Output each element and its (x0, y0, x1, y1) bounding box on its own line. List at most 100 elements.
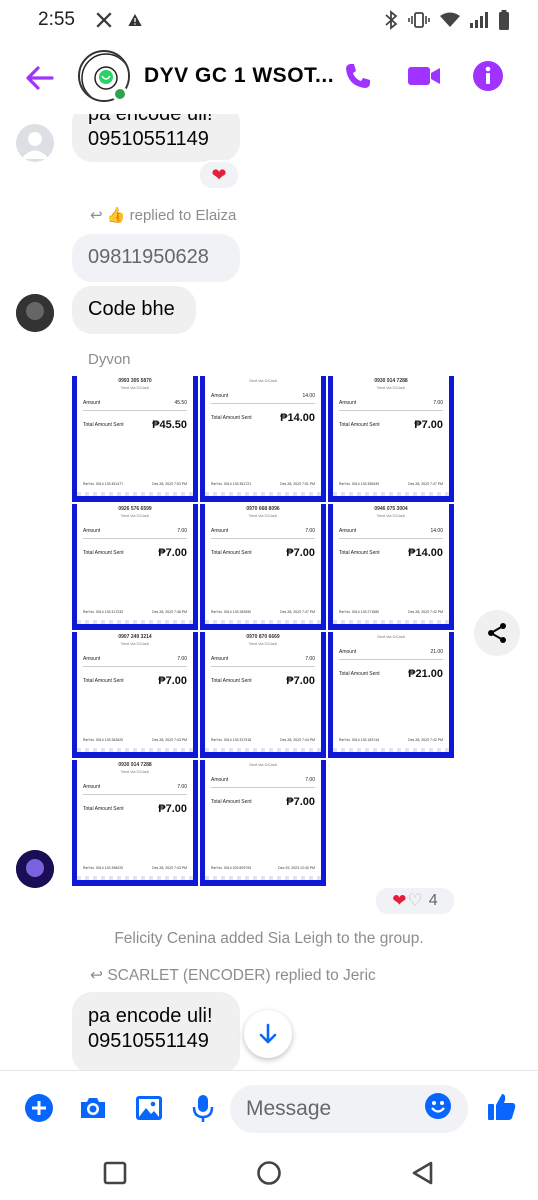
gcash-receipt-image[interactable]: 0926 576 6599 Sent via GCash Amount 7.00 Tot… (72, 504, 198, 630)
back-triangle-icon[interactable] (410, 1160, 436, 1186)
phone-call-icon[interactable] (342, 60, 374, 92)
message-composer (0, 1070, 538, 1146)
receipt-amount-row: Amount 14.00 (211, 393, 315, 399)
receipt-amount-value: 21.00 (430, 649, 443, 655)
receipt-total-row: Total Amount Sent ₱7.00 (83, 547, 187, 559)
microphone-icon[interactable] (188, 1093, 218, 1123)
message-bubble[interactable]: pa encode uli! 09510551149 (72, 992, 240, 1070)
gcash-receipt-image[interactable]: 0946 075 3004 Sent via GCash Amount 14.00 To… (328, 504, 454, 630)
arrow-down-icon (259, 1023, 277, 1044)
receipt-ref: Ref No. 0014 133 317232 (83, 610, 124, 614)
back-arrow-icon[interactable] (22, 60, 58, 96)
receipt-total-row: Total Amount Sent ₱7.00 (211, 675, 315, 687)
reaction-count: 4 (428, 892, 438, 909)
receipt-divider (83, 410, 187, 411)
gcash-receipt-image[interactable]: Sent via GCash Amount 21.00 Total Amount Se… (328, 632, 454, 758)
chat-title[interactable]: DYV GC 1 WSOT... (144, 64, 334, 88)
gcash-receipt-image[interactable]: 0970 668 8096 Sent via GCash Amount 7.00 Tot… (200, 504, 326, 630)
scroll-to-bottom-button[interactable] (244, 1010, 292, 1058)
status-bar: 2:55 (0, 0, 538, 40)
avatar-default[interactable] (16, 124, 54, 162)
signal-icon (470, 12, 488, 28)
emoji-icon[interactable] (424, 1092, 452, 1120)
receipt-divider (339, 538, 443, 539)
receipt-amount-value: 45.50 (174, 400, 187, 406)
receipt-ref: Ref No. 0014 133 337918 (211, 738, 252, 742)
reply-arrow-icon: ↩ (90, 967, 103, 984)
receipt-footer: Ref No. 0014 203 809793 Dec 29, 2023 12:4… (211, 866, 315, 870)
receipt-date: Dec 28, 2023 7:44 PM (280, 738, 315, 742)
receipt-zigzag-edge (333, 748, 449, 752)
receipt-total-row: Total Amount Sent ₱7.00 (211, 796, 315, 808)
receipt-total-value: ₱7.00 (286, 547, 315, 559)
receipt-date: Dec 28, 2023 7:51 PM (280, 482, 315, 486)
chat-header: DYV GC 1 WSOT... (0, 42, 538, 114)
gcash-receipt-image[interactable]: 0907 249 3214 Sent via GCash Amount 7.00 Tot… (72, 632, 198, 758)
receipt-number: 0970 668 8096 (246, 506, 280, 512)
receipt-zigzag-edge (333, 492, 449, 496)
gcash-receipt-image[interactable]: 0930 914 7288 Sent via GCash Amount 7.00 Tot… (328, 376, 454, 502)
receipt-footer: Ref No. 0014 133 282620 Dec 28, 2023 7:43… (83, 738, 187, 742)
receipt-amount-row: Amount 7.00 (211, 656, 315, 662)
message-bubble[interactable]: Code bhe (72, 286, 196, 334)
receipt-amount-label: Amount (83, 400, 101, 406)
gcash-receipt-image[interactable]: 0993 305 5870 Sent via GCash Amount 45.50 To… (72, 376, 198, 502)
info-icon[interactable] (472, 60, 504, 92)
share-button[interactable] (474, 610, 520, 656)
receipt-footer: Ref No. 0014 133 183744 Dec 28, 2023 7:42… (339, 738, 443, 742)
status-time: 2:55 (38, 9, 75, 30)
reply-label: SCARLET (ENCODER) replied to Jeric (107, 967, 376, 984)
gcash-receipt-image[interactable]: Sent via GCash Amount 7.00 Total Amount Sen… (200, 760, 326, 886)
receipt-footer: Ref No. 0014 133 337918 Dec 28, 2023 7:44… (211, 738, 315, 742)
receipt-total-label: Total Amount Sent (339, 550, 380, 556)
gcash-receipt-image[interactable]: 0970 870 6669 Sent via GCash Amount 7.00 Tot… (200, 632, 326, 758)
quoted-message[interactable]: 09811950628 (72, 234, 240, 282)
receipt-ref: Ref No. 0014 133 451477 (83, 482, 124, 486)
receipt-amount-row: Amount 14.00 (339, 528, 443, 534)
receipt-total-value: ₱7.00 (414, 419, 443, 431)
receipt-amount-label: Amount (339, 528, 357, 534)
reaction-badge[interactable]: ❤ (198, 160, 240, 190)
receipt-amount-value: 7.00 (305, 656, 315, 662)
receipt-number: 0907 249 3214 (118, 634, 152, 640)
receipt-zigzag-edge (77, 748, 193, 752)
receipt-ref: Ref No. 0014 133 351721 (211, 482, 252, 486)
sender-avatar[interactable] (16, 294, 54, 332)
message-list[interactable]: pa encode uli! 09510551149 ❤ ↩ 👍 replied… (0, 114, 538, 1070)
receipt-ref: Ref No. 0014 133 355439 (339, 482, 380, 486)
camera-icon[interactable] (78, 1093, 108, 1123)
home-circle-icon[interactable] (256, 1160, 282, 1186)
message-bubble[interactable]: pa encode uli! 09510551149 (72, 114, 240, 162)
receipt-date: Dec 28, 2023 7:42 PM (408, 610, 443, 614)
receipt-footer: Ref No. 0014 133 351721 Dec 28, 2023 7:51… (211, 482, 315, 486)
receipt-total-row: Total Amount Sent ₱14.00 (211, 412, 315, 424)
user-placeholder-icon (21, 132, 49, 159)
receipt-sent-via: Sent via GCash (120, 385, 149, 390)
receipt-footer: Ref No. 0014 133 271580 Dec 28, 2023 7:42… (339, 610, 443, 614)
receipt-date: Dec 28, 2023 7:48 PM (152, 610, 187, 614)
receipt-sent-via: Sent via GCash (376, 513, 405, 518)
reply-indicator: ↩ 👍 replied to Elaiza (90, 206, 236, 224)
gcash-receipt-image[interactable]: Sent via GCash Amount 14.00 Total Amount Se… (200, 376, 326, 502)
online-status-dot (112, 86, 128, 102)
message-text: pa encode uli! (88, 114, 213, 125)
receipt-sent-via: Sent via GCash (376, 634, 405, 639)
video-call-icon[interactable] (406, 60, 442, 92)
plus-icon[interactable] (24, 1093, 54, 1123)
reaction-badge[interactable]: ❤ ♡ 4 (374, 886, 456, 916)
receipt-divider (83, 666, 187, 667)
receipt-ref: Ref No. 0014 133 282620 (83, 738, 124, 742)
gallery-icon[interactable] (134, 1093, 164, 1123)
thumbs-up-send-icon[interactable] (486, 1091, 518, 1123)
gcash-receipt-image[interactable]: 0930 914 7288 Sent via GCash Amount 7.00 Tot… (72, 760, 198, 886)
avatar-photo-icon (16, 850, 54, 888)
sender-name: Dyvon (88, 351, 131, 368)
receipt-image-grid[interactable]: 0993 305 5870 Sent via GCash Amount 45.50 To… (72, 376, 456, 888)
receipt-amount-row: Amount 7.00 (339, 400, 443, 406)
receipt-sent-via: Sent via GCash (248, 513, 277, 518)
receipt-sent-via: Sent via GCash (376, 385, 405, 390)
receipt-footer: Ref No. 0014 133 317232 Dec 28, 2023 7:48… (83, 610, 187, 614)
sender-avatar[interactable] (16, 850, 54, 888)
receipt-date: Dec 28, 2023 7:43 PM (152, 738, 187, 742)
recents-square-icon[interactable] (102, 1160, 128, 1186)
